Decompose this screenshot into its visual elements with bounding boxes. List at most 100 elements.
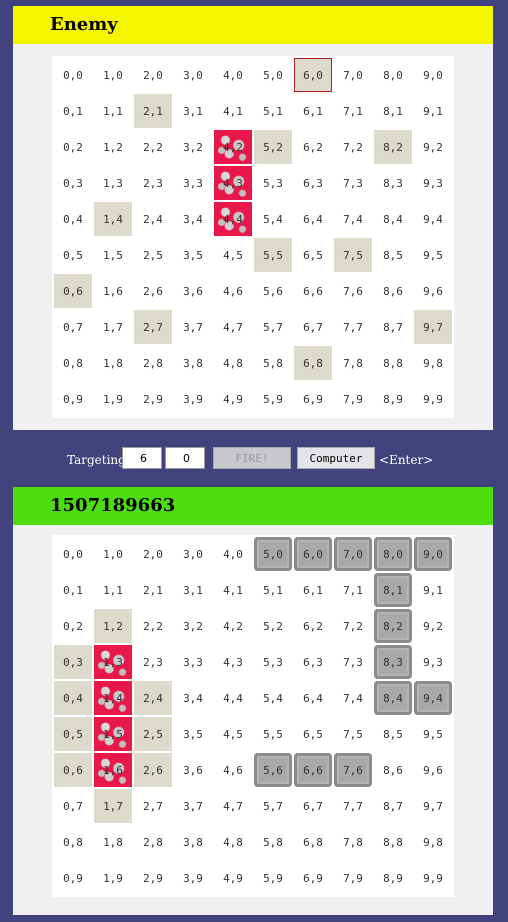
enemy-cell-9-9[interactable]: 9,9 bbox=[414, 382, 452, 416]
enemy-cell-0-6[interactable]: 0,6 bbox=[54, 274, 92, 308]
enemy-cell-9-8[interactable]: 9,8 bbox=[414, 346, 452, 380]
enemy-cell-4-4[interactable]: 4,4 bbox=[214, 202, 252, 236]
enemy-cell-8-3[interactable]: 8,3 bbox=[374, 166, 412, 200]
enemy-cell-8-2[interactable]: 8,2 bbox=[374, 130, 412, 164]
enemy-cell-8-1[interactable]: 8,1 bbox=[374, 94, 412, 128]
enemy-cell-3-3[interactable]: 3,3 bbox=[174, 166, 212, 200]
enemy-cell-7-0[interactable]: 7,0 bbox=[334, 58, 372, 92]
enemy-cell-9-5[interactable]: 9,5 bbox=[414, 238, 452, 272]
enemy-cell-7-1[interactable]: 7,1 bbox=[334, 94, 372, 128]
enemy-cell-1-7[interactable]: 1,7 bbox=[94, 310, 132, 344]
enemy-cell-5-7[interactable]: 5,7 bbox=[254, 310, 292, 344]
enemy-cell-2-5[interactable]: 2,5 bbox=[134, 238, 172, 272]
enemy-cell-2-4[interactable]: 2,4 bbox=[134, 202, 172, 236]
enemy-cell-2-3[interactable]: 2,3 bbox=[134, 166, 172, 200]
enemy-cell-7-9[interactable]: 7,9 bbox=[334, 382, 372, 416]
enemy-cell-0-9[interactable]: 0,9 bbox=[54, 382, 92, 416]
enemy-cell-8-8[interactable]: 8,8 bbox=[374, 346, 412, 380]
enemy-cell-8-6[interactable]: 8,6 bbox=[374, 274, 412, 308]
enemy-cell-6-0[interactable]: 6,0 bbox=[294, 58, 332, 92]
enemy-cell-5-1[interactable]: 5,1 bbox=[254, 94, 292, 128]
enemy-cell-5-6[interactable]: 5,6 bbox=[254, 274, 292, 308]
enemy-cell-3-7[interactable]: 3,7 bbox=[174, 310, 212, 344]
enemy-cell-3-0[interactable]: 3,0 bbox=[174, 58, 212, 92]
target-x-input[interactable] bbox=[122, 447, 162, 469]
enemy-cell-3-6[interactable]: 3,6 bbox=[174, 274, 212, 308]
enemy-cell-4-9[interactable]: 4,9 bbox=[214, 382, 252, 416]
enemy-cell-6-7[interactable]: 6,7 bbox=[294, 310, 332, 344]
enemy-cell-3-9[interactable]: 3,9 bbox=[174, 382, 212, 416]
enemy-cell-6-3[interactable]: 6,3 bbox=[294, 166, 332, 200]
enemy-cell-4-1[interactable]: 4,1 bbox=[214, 94, 252, 128]
enemy-cell-5-4[interactable]: 5,4 bbox=[254, 202, 292, 236]
enemy-cell-9-0[interactable]: 9,0 bbox=[414, 58, 452, 92]
enemy-cell-2-8[interactable]: 2,8 bbox=[134, 346, 172, 380]
enemy-cell-1-8[interactable]: 1,8 bbox=[94, 346, 132, 380]
enemy-cell-1-9[interactable]: 1,9 bbox=[94, 382, 132, 416]
enemy-cell-5-3[interactable]: 5,3 bbox=[254, 166, 292, 200]
enemy-cell-5-5[interactable]: 5,5 bbox=[254, 238, 292, 272]
enemy-cell-0-5[interactable]: 0,5 bbox=[54, 238, 92, 272]
enemy-cell-3-2[interactable]: 3,2 bbox=[174, 130, 212, 164]
enemy-cell-9-2[interactable]: 9,2 bbox=[414, 130, 452, 164]
enemy-cell-3-8[interactable]: 3,8 bbox=[174, 346, 212, 380]
enemy-cell-7-2[interactable]: 7,2 bbox=[334, 130, 372, 164]
enemy-cell-1-3[interactable]: 1,3 bbox=[94, 166, 132, 200]
enemy-cell-7-6[interactable]: 7,6 bbox=[334, 274, 372, 308]
enemy-cell-0-0[interactable]: 0,0 bbox=[54, 58, 92, 92]
enemy-cell-7-4[interactable]: 7,4 bbox=[334, 202, 372, 236]
enemy-cell-8-0[interactable]: 8,0 bbox=[374, 58, 412, 92]
enemy-cell-3-4[interactable]: 3,4 bbox=[174, 202, 212, 236]
enemy-cell-0-3[interactable]: 0,3 bbox=[54, 166, 92, 200]
enemy-cell-6-9[interactable]: 6,9 bbox=[294, 382, 332, 416]
enemy-cell-4-8[interactable]: 4,8 bbox=[214, 346, 252, 380]
target-y-input[interactable] bbox=[165, 447, 205, 469]
enemy-cell-8-4[interactable]: 8,4 bbox=[374, 202, 412, 236]
enemy-cell-2-7[interactable]: 2,7 bbox=[134, 310, 172, 344]
enemy-cell-6-2[interactable]: 6,2 bbox=[294, 130, 332, 164]
enemy-cell-4-5[interactable]: 4,5 bbox=[214, 238, 252, 272]
enemy-cell-2-9[interactable]: 2,9 bbox=[134, 382, 172, 416]
enemy-cell-6-8[interactable]: 6,8 bbox=[294, 346, 332, 380]
enemy-cell-9-6[interactable]: 9,6 bbox=[414, 274, 452, 308]
enemy-cell-2-1[interactable]: 2,1 bbox=[134, 94, 172, 128]
enemy-cell-6-5[interactable]: 6,5 bbox=[294, 238, 332, 272]
enemy-cell-7-5[interactable]: 7,5 bbox=[334, 238, 372, 272]
enemy-cell-2-2[interactable]: 2,2 bbox=[134, 130, 172, 164]
enemy-cell-2-0[interactable]: 2,0 bbox=[134, 58, 172, 92]
enemy-cell-0-7[interactable]: 0,7 bbox=[54, 310, 92, 344]
enemy-cell-4-6[interactable]: 4,6 bbox=[214, 274, 252, 308]
enemy-cell-8-5[interactable]: 8,5 bbox=[374, 238, 412, 272]
enemy-cell-5-8[interactable]: 5,8 bbox=[254, 346, 292, 380]
enemy-cell-5-2[interactable]: 5,2 bbox=[254, 130, 292, 164]
enemy-cell-6-4[interactable]: 6,4 bbox=[294, 202, 332, 236]
enemy-cell-2-6[interactable]: 2,6 bbox=[134, 274, 172, 308]
enemy-cell-4-3[interactable]: 4,3 bbox=[214, 166, 252, 200]
enemy-cell-8-7[interactable]: 8,7 bbox=[374, 310, 412, 344]
enemy-cell-3-5[interactable]: 3,5 bbox=[174, 238, 212, 272]
enemy-cell-7-7[interactable]: 7,7 bbox=[334, 310, 372, 344]
computer-button[interactable]: Computer bbox=[297, 447, 375, 469]
enemy-cell-6-1[interactable]: 6,1 bbox=[294, 94, 332, 128]
enemy-cell-1-6[interactable]: 1,6 bbox=[94, 274, 132, 308]
enemy-cell-9-7[interactable]: 9,7 bbox=[414, 310, 452, 344]
enemy-cell-9-1[interactable]: 9,1 bbox=[414, 94, 452, 128]
enemy-cell-6-6[interactable]: 6,6 bbox=[294, 274, 332, 308]
enemy-cell-7-8[interactable]: 7,8 bbox=[334, 346, 372, 380]
enemy-cell-0-1[interactable]: 0,1 bbox=[54, 94, 92, 128]
enemy-cell-1-1[interactable]: 1,1 bbox=[94, 94, 132, 128]
enemy-cell-0-8[interactable]: 0,8 bbox=[54, 346, 92, 380]
enemy-cell-5-0[interactable]: 5,0 bbox=[254, 58, 292, 92]
enemy-cell-8-9[interactable]: 8,9 bbox=[374, 382, 412, 416]
enemy-cell-5-9[interactable]: 5,9 bbox=[254, 382, 292, 416]
enemy-cell-9-3[interactable]: 9,3 bbox=[414, 166, 452, 200]
enemy-cell-9-4[interactable]: 9,4 bbox=[414, 202, 452, 236]
enemy-cell-4-2[interactable]: 4,2 bbox=[214, 130, 252, 164]
enemy-cell-4-0[interactable]: 4,0 bbox=[214, 58, 252, 92]
enemy-cell-1-4[interactable]: 1,4 bbox=[94, 202, 132, 236]
fire-button[interactable]: FIRE! bbox=[213, 447, 291, 469]
enemy-cell-3-1[interactable]: 3,1 bbox=[174, 94, 212, 128]
enemy-cell-4-7[interactable]: 4,7 bbox=[214, 310, 252, 344]
enemy-cell-1-2[interactable]: 1,2 bbox=[94, 130, 132, 164]
enemy-cell-7-3[interactable]: 7,3 bbox=[334, 166, 372, 200]
